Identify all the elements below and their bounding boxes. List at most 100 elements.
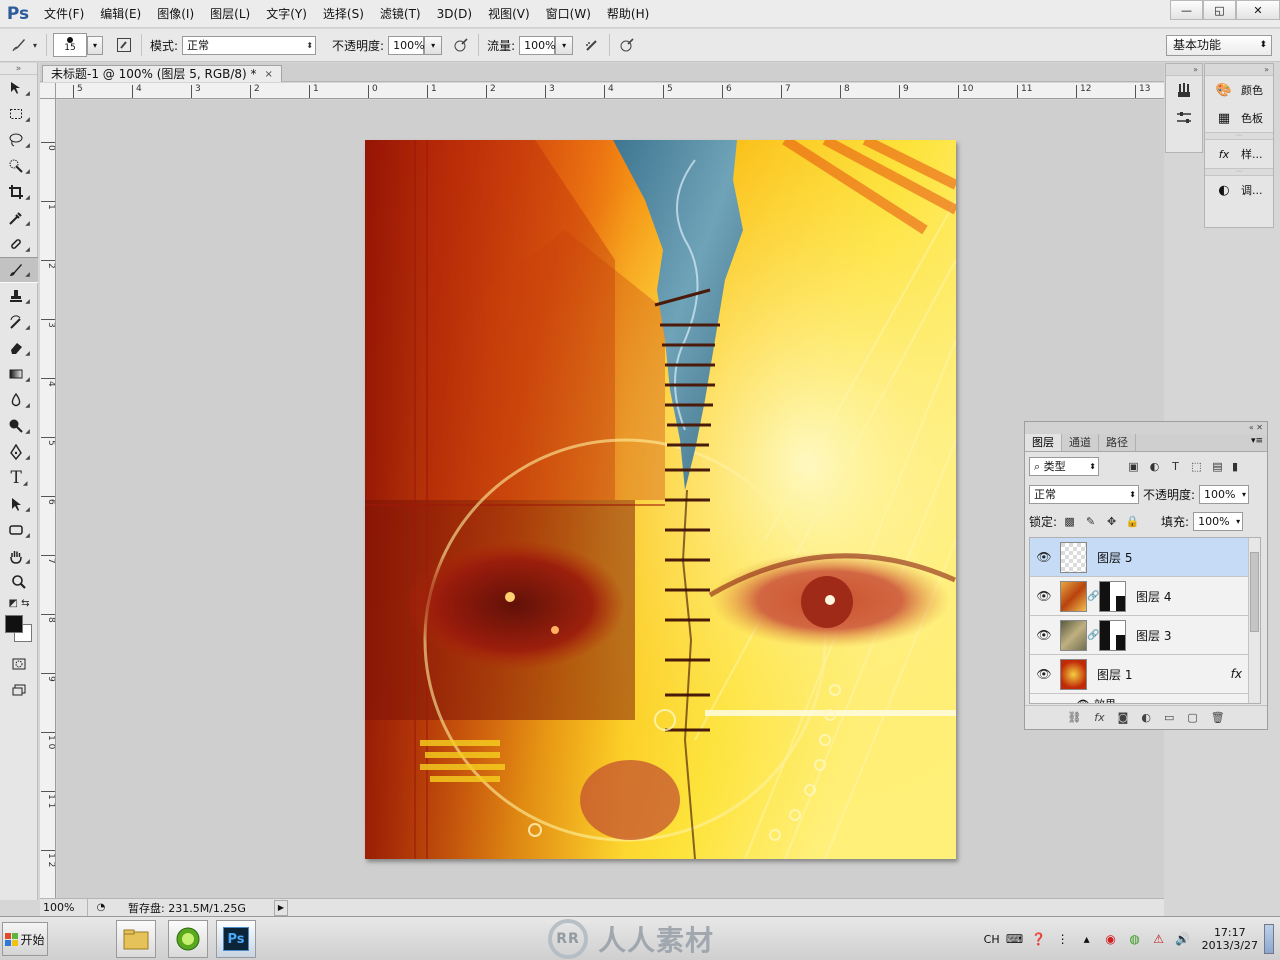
horizontal-ruler[interactable]: 5 4 3 2 1 0 1 2 3 4 5 6 7 8 9 10 11 12 13 bbox=[56, 83, 1164, 99]
filter-pixel-icon[interactable]: ▣ bbox=[1125, 460, 1142, 473]
color-panel-button[interactable]: 🎨 颜色 bbox=[1205, 76, 1273, 104]
filter-adjustment-icon[interactable]: ◐ bbox=[1146, 460, 1163, 473]
rectangle-tool-icon[interactable]: ◢ bbox=[0, 517, 38, 543]
adjustments-panel-button[interactable]: ◐ 调... bbox=[1205, 176, 1273, 204]
tab-paths[interactable]: 路径 bbox=[1099, 434, 1136, 451]
brush-tool-preset-icon[interactable] bbox=[8, 34, 30, 56]
browser-taskbar-icon[interactable] bbox=[168, 920, 208, 958]
styles-panel-button[interactable]: fx 样... bbox=[1205, 140, 1273, 168]
ruler-origin[interactable] bbox=[40, 83, 56, 99]
menu-file[interactable]: 文件(F) bbox=[36, 0, 92, 28]
swatches-panel-button[interactable]: ▦ 色板 bbox=[1205, 104, 1273, 132]
network-warning-icon[interactable]: ⚠ bbox=[1150, 930, 1168, 948]
help-icon[interactable]: ❓ bbox=[1030, 930, 1048, 948]
blend-mode-select[interactable]: 正常 ⬍ bbox=[1029, 484, 1139, 504]
menu-window[interactable]: 窗口(W) bbox=[538, 0, 599, 28]
hand-tool-icon[interactable]: ◢ bbox=[0, 543, 38, 569]
add-mask-icon[interactable]: ◙ bbox=[1118, 711, 1129, 724]
vertical-ruler[interactable]: 0 1 2 3 4 5 6 7 8 9 1 0 1 1 1 2 bbox=[40, 99, 56, 900]
crop-tool-icon[interactable]: ◢ bbox=[0, 179, 38, 205]
brush-tool-icon[interactable]: ◢ bbox=[0, 257, 38, 283]
document-tab[interactable]: 未标题-1 @ 100% (图层 5, RGB/8) * × bbox=[42, 65, 282, 82]
keyboard-icon[interactable]: ⌨ bbox=[1006, 930, 1024, 948]
menu-select[interactable]: 选择(S) bbox=[315, 0, 372, 28]
layer-name[interactable]: 图层 1 bbox=[1097, 666, 1132, 683]
tab-layers[interactable]: 图层 bbox=[1025, 434, 1062, 451]
scrollbar-thumb[interactable] bbox=[1250, 552, 1259, 632]
filter-type-icon[interactable]: T bbox=[1167, 460, 1184, 473]
path-selection-tool-icon[interactable]: ◢ bbox=[0, 491, 38, 517]
close-button[interactable]: ✕ bbox=[1236, 0, 1280, 20]
menu-3d[interactable]: 3D(D) bbox=[429, 0, 480, 28]
canvas-area[interactable] bbox=[57, 100, 1164, 899]
zoom-level[interactable]: 100% bbox=[40, 899, 88, 916]
visibility-eye-icon[interactable]: 👁 bbox=[1030, 667, 1058, 681]
speaker-icon[interactable]: 🔊 bbox=[1174, 930, 1192, 948]
photoshop-taskbar-icon[interactable]: Ps bbox=[216, 920, 256, 958]
layer-name[interactable]: 图层 4 bbox=[1136, 588, 1171, 605]
eraser-tool-icon[interactable]: ◢ bbox=[0, 335, 38, 361]
layer-name[interactable]: 图层 5 bbox=[1097, 549, 1132, 566]
lock-pixels-icon[interactable]: ✎ bbox=[1082, 515, 1099, 528]
layer-row[interactable]: 👁 图层 5 bbox=[1030, 538, 1260, 577]
quick-mask-icon[interactable] bbox=[0, 651, 38, 677]
layer-fx-indicator[interactable]: fx bbox=[1231, 667, 1242, 681]
explorer-taskbar-icon[interactable] bbox=[116, 920, 156, 958]
minimize-button[interactable]: — bbox=[1170, 0, 1203, 20]
brush-presets-icon[interactable] bbox=[1166, 76, 1202, 104]
filter-kind-select[interactable]: ⌕ 类型 ⬍ bbox=[1029, 456, 1099, 476]
opacity-input[interactable]: 100% bbox=[388, 35, 425, 55]
effects-eye-icon[interactable]: 👁 bbox=[1076, 698, 1090, 704]
eyedropper-tool-icon[interactable]: ◢ bbox=[0, 205, 38, 231]
airbrush-icon[interactable] bbox=[581, 34, 603, 56]
marquee-tool-icon[interactable]: ◢ bbox=[0, 101, 38, 127]
dodge-tool-icon[interactable]: ◢ bbox=[0, 413, 38, 439]
show-desktop-button[interactable] bbox=[1264, 924, 1274, 954]
effects-row[interactable]: 👁 效果 bbox=[1030, 694, 1260, 704]
filter-toggle-icon[interactable]: ▮ bbox=[1230, 460, 1240, 473]
restore-button[interactable]: ◱ bbox=[1203, 0, 1236, 20]
mask-link-icon[interactable]: 🔗 bbox=[1087, 591, 1099, 602]
layer-list-scrollbar[interactable] bbox=[1248, 538, 1260, 703]
lock-transparent-icon[interactable]: ▩ bbox=[1061, 515, 1078, 528]
zoom-tool-icon[interactable] bbox=[0, 569, 38, 595]
menu-layer[interactable]: 图层(L) bbox=[202, 0, 258, 28]
status-menu-arrow-icon[interactable]: ▶ bbox=[274, 899, 288, 916]
add-style-icon[interactable]: fx bbox=[1094, 711, 1104, 724]
brush-size-picker[interactable]: 15 bbox=[53, 33, 87, 57]
tray-expand-icon[interactable]: ⋮ bbox=[1054, 930, 1072, 948]
pressure-opacity-icon[interactable] bbox=[450, 34, 472, 56]
new-adjustment-icon[interactable]: ◐ bbox=[1141, 711, 1151, 724]
gradient-tool-icon[interactable]: ◢ bbox=[0, 361, 38, 387]
blur-tool-icon[interactable]: ◢ bbox=[0, 387, 38, 413]
layer-row[interactable]: 👁 图层 1 fx ▲ bbox=[1030, 655, 1260, 694]
panel-header[interactable]: « ✕ bbox=[1025, 422, 1267, 434]
panel-grip[interactable]: » bbox=[0, 63, 37, 75]
lock-all-icon[interactable]: 🔒 bbox=[1124, 515, 1141, 528]
screen-mode-icon[interactable] bbox=[0, 677, 38, 703]
mask-link-icon[interactable]: 🔗 bbox=[1087, 630, 1099, 641]
move-tool-icon[interactable]: ◢ bbox=[0, 75, 38, 101]
layer-opacity-input[interactable]: 100% ▾ bbox=[1199, 484, 1250, 504]
clone-stamp-tool-icon[interactable]: ◢ bbox=[0, 283, 38, 309]
visibility-eye-icon[interactable]: 👁 bbox=[1030, 550, 1058, 564]
layer-name[interactable]: 图层 3 bbox=[1136, 627, 1171, 644]
panel-menu-icon[interactable]: ▾≡ bbox=[1251, 436, 1263, 446]
layer-row[interactable]: 👁 🔗 图层 3 bbox=[1030, 616, 1260, 655]
document-info-icon[interactable]: ◔ bbox=[88, 902, 114, 913]
quick-selection-tool-icon[interactable]: ◢ bbox=[0, 153, 38, 179]
brush-settings-icon[interactable] bbox=[1166, 104, 1202, 132]
foreground-color-swatch[interactable] bbox=[5, 615, 23, 633]
menu-image[interactable]: 图像(I) bbox=[149, 0, 202, 28]
close-tab-icon[interactable]: × bbox=[265, 67, 273, 82]
new-layer-icon[interactable]: ▢ bbox=[1187, 711, 1197, 724]
pressure-size-icon[interactable] bbox=[616, 34, 638, 56]
brush-panel-toggle-icon[interactable] bbox=[113, 34, 135, 56]
tab-channels[interactable]: 通道 bbox=[1062, 434, 1099, 451]
filter-smart-object-icon[interactable]: ▤ bbox=[1209, 460, 1226, 473]
fill-input[interactable]: 100% ▾ bbox=[1193, 511, 1244, 531]
update-app-icon[interactable]: ◍ bbox=[1126, 930, 1144, 948]
menu-edit[interactable]: 编辑(E) bbox=[92, 0, 149, 28]
workspace-switcher[interactable]: 基本功能 ⬍ bbox=[1166, 35, 1272, 56]
pen-tool-icon[interactable]: ◢ bbox=[0, 439, 38, 465]
